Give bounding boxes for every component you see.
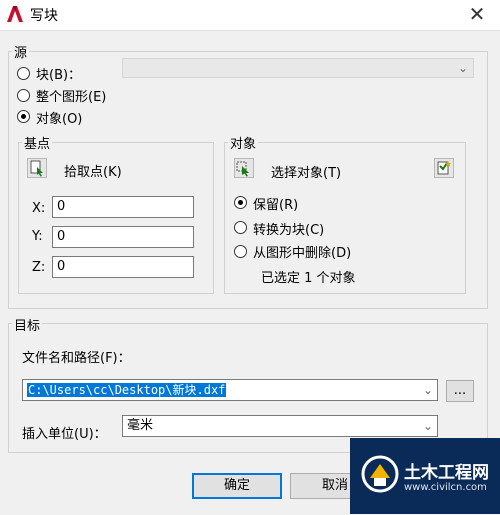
browse-button[interactable]: ...	[446, 380, 474, 402]
source-group-label: 源	[12, 42, 30, 61]
close-button[interactable]: ✕	[464, 2, 490, 26]
radio-delete-from-drawing-label[interactable]: 从图形中删除(D)	[253, 242, 351, 261]
x-input[interactable]: 0	[52, 196, 194, 218]
chevron-down-icon: ⌄	[457, 61, 469, 75]
radio-objects[interactable]	[17, 110, 30, 123]
z-input[interactable]: 0	[52, 256, 194, 278]
radio-retain[interactable]	[234, 196, 247, 209]
pick-point-button[interactable]	[27, 158, 47, 178]
radio-convert-to-block[interactable]	[234, 221, 247, 234]
radio-entire-drawing[interactable]	[17, 89, 30, 102]
x-label: X:	[32, 201, 46, 216]
radio-objects-label[interactable]: 对象(O)	[36, 108, 82, 127]
ok-button[interactable]: 确定	[192, 473, 282, 499]
select-objects-button[interactable]	[234, 158, 254, 178]
radio-convert-to-block-label[interactable]: 转换为块(C)	[253, 219, 324, 238]
title-bar: 写块 ✕	[0, 0, 500, 30]
objects-group-label: 对象	[228, 133, 259, 152]
file-path-value: C:\Users\cc\Desktop\新块.dxf	[27, 383, 227, 397]
radio-retain-label[interactable]: 保留(R)	[253, 194, 298, 213]
autocad-app-icon	[7, 6, 23, 22]
watermark-logo	[361, 455, 399, 493]
close-icon: ✕	[468, 2, 486, 26]
select-objects-label: 选择对象(T)	[271, 166, 342, 181]
quick-select-icon	[437, 161, 451, 175]
base-point-group-label: 基点	[22, 133, 53, 152]
radio-entire-drawing-label[interactable]: 整个图形(E)	[36, 86, 106, 105]
y-label: Y:	[32, 229, 43, 244]
watermark-title: 土木工程网	[404, 463, 489, 483]
file-path-combo[interactable]: C:\Users\cc\Desktop\新块.dxf	[22, 379, 438, 401]
y-input[interactable]: 0	[52, 226, 194, 248]
chevron-down-icon: ⌄	[422, 383, 434, 397]
watermark: 土木工程网 www.civilcn.com	[350, 438, 500, 514]
select-objects-icon	[236, 161, 249, 177]
radio-block[interactable]	[17, 67, 30, 80]
pick-point-icon	[30, 160, 43, 177]
dialog-title: 写块	[30, 8, 58, 24]
destination-group-label: 目标	[12, 315, 43, 334]
pick-point-label: 拾取点(K)	[64, 165, 122, 180]
insert-units-label: 插入单位(U)：	[22, 427, 107, 442]
selection-status: 已选定 1 个对象	[261, 271, 356, 286]
z-label: Z:	[32, 260, 46, 275]
block-name-combo	[122, 58, 474, 78]
watermark-url: www.civilcn.com	[404, 482, 487, 493]
quick-select-button[interactable]	[434, 158, 454, 178]
file-path-label: 文件名和路径(F)：	[22, 351, 131, 366]
insert-units-combo[interactable]: 毫米	[122, 415, 438, 437]
chevron-down-icon: ⌄	[422, 419, 434, 433]
radio-block-label[interactable]: 块(B)：	[36, 64, 81, 83]
radio-delete-from-drawing[interactable]	[234, 245, 247, 258]
